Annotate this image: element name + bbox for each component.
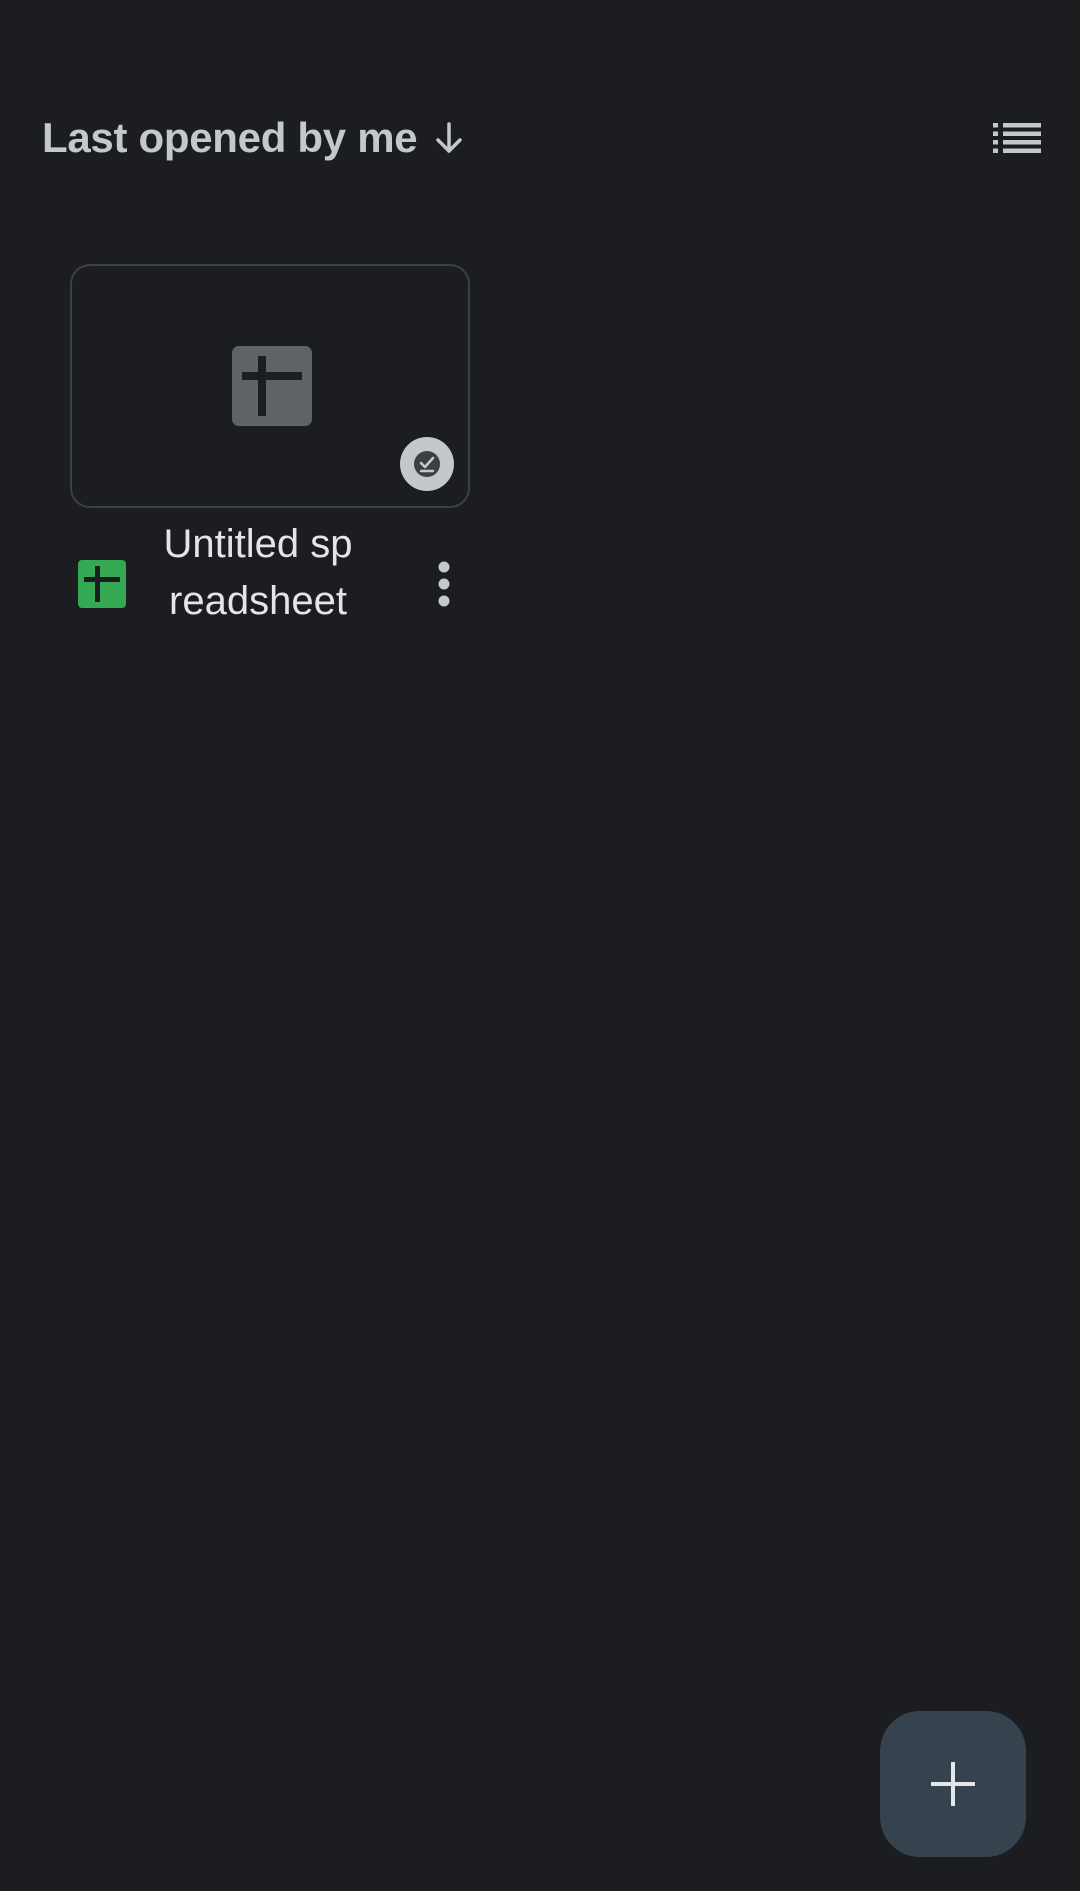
offline-available-icon <box>400 437 454 491</box>
sheets-icon <box>78 560 126 608</box>
list-view-icon <box>993 123 1041 153</box>
more-options-button[interactable] <box>424 540 464 628</box>
file-name[interactable]: Untitled spreadsheet <box>158 516 358 630</box>
list-view-toggle-button[interactable] <box>990 117 1044 159</box>
more-vert-icon <box>438 561 450 607</box>
file-thumbnail[interactable] <box>70 264 470 508</box>
sort-selector[interactable]: Last opened by me <box>42 110 467 166</box>
file-browser-screen: Last opened by me Untitled spreadsheet <box>0 0 1080 1891</box>
sheets-placeholder-icon <box>232 346 312 426</box>
sort-label: Last opened by me <box>42 114 418 161</box>
arrow-down-icon[interactable] <box>431 120 467 156</box>
new-file-fab-button[interactable] <box>880 1711 1026 1857</box>
file-card[interactable]: Untitled spreadsheet <box>70 264 470 624</box>
plus-icon <box>931 1762 975 1806</box>
